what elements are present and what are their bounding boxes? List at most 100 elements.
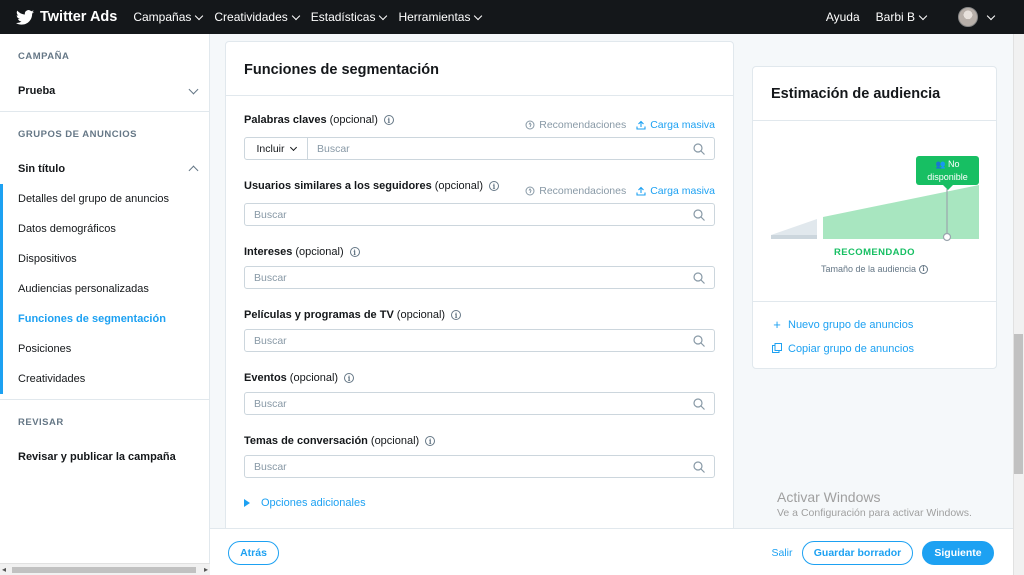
info-icon[interactable]: i	[383, 115, 394, 125]
audience-unavailable-tooltip: 👥 No disponible	[916, 156, 979, 190]
tooltip-unavailable: disponible	[927, 172, 968, 182]
info-icon[interactable]: i	[349, 247, 360, 257]
save-draft-button[interactable]: Guardar borrador	[802, 541, 913, 565]
recommendations-label: Recomendaciones	[539, 119, 627, 131]
page-title: Funciones de segmentación	[244, 62, 439, 78]
info-icon[interactable]: i	[489, 181, 500, 191]
movies-tv-label-text: Películas y programas de TV	[244, 309, 394, 321]
sidebar-item-targeting-features[interactable]: Funciones de segmentación	[0, 304, 209, 334]
ad-group-toggle[interactable]: Sin título	[0, 154, 209, 184]
keywords-bulk-upload-link[interactable]: Carga masiva	[636, 119, 715, 131]
avatar-menu[interactable]	[942, 7, 996, 27]
keywords-search-input[interactable]: Incluir Buscar	[244, 137, 715, 160]
campaign-toggle[interactable]: Prueba	[0, 76, 209, 106]
tooltip-no: No	[947, 159, 960, 169]
horizontal-scrollbar[interactable]: ◂ ▸	[0, 563, 210, 575]
chevron-up-icon	[188, 165, 199, 176]
menu-statistics-label: Estadísticas	[310, 10, 376, 24]
sidebar-item-custom-audiences[interactable]: Audiencias personalizadas	[0, 274, 209, 304]
exit-link[interactable]: Salir	[768, 541, 796, 565]
optional-text: (opcional)	[295, 246, 344, 258]
menu-campaigns[interactable]: Campañas	[133, 10, 204, 24]
vertical-scrollbar[interactable]	[1013, 34, 1024, 575]
chevron-down-icon	[474, 11, 483, 20]
audience-baseline-grey	[771, 235, 817, 239]
copy-icon	[771, 341, 783, 356]
search-placeholder: Buscar	[254, 397, 287, 410]
keywords-recommendations-link[interactable]: Recomendaciones	[525, 119, 626, 131]
menu-statistics[interactable]: Estadísticas	[310, 10, 388, 24]
brand-name: Twitter Ads	[40, 9, 118, 25]
upload-icon	[636, 186, 646, 196]
search-icon	[693, 460, 705, 473]
review-header: REVISAR	[18, 417, 64, 428]
sidebar-item-demographics[interactable]: Datos demográficos	[0, 214, 209, 244]
sidebar-item-review-publish[interactable]: Revisar y publicar la campaña	[0, 442, 209, 472]
help-label: Ayuda	[825, 10, 860, 24]
search-placeholder: Buscar	[254, 334, 287, 347]
info-icon[interactable]: i	[344, 373, 355, 383]
vertical-scroll-thumb[interactable]	[1014, 334, 1023, 474]
sidebar-item-devices[interactable]: Dispositivos	[0, 244, 209, 274]
avatar	[958, 7, 978, 27]
additional-options-toggle[interactable]: Opciones adicionales	[244, 497, 366, 509]
include-select[interactable]: Incluir	[245, 138, 308, 159]
info-icon[interactable]: i	[919, 264, 929, 274]
search-placeholder: Buscar	[254, 460, 287, 473]
search-icon	[693, 271, 705, 284]
scroll-right-arrow-icon[interactable]: ▸	[204, 565, 208, 574]
events-search-input[interactable]: Buscar	[244, 392, 715, 415]
chevron-down-icon	[918, 11, 928, 20]
similar-followers-recommendations-link[interactable]: Recomendaciones	[525, 185, 626, 197]
movies-tv-search-input[interactable]: Buscar	[244, 329, 715, 352]
search-icon	[693, 142, 705, 155]
back-button[interactable]: Atrás	[228, 541, 279, 565]
interests-search-input[interactable]: Buscar	[244, 266, 715, 289]
similar-followers-bulk-upload-link[interactable]: Carga masiva	[636, 185, 715, 197]
audience-estimate-title: Estimación de audiencia	[771, 86, 941, 102]
recommended-label: RECOMENDADO	[834, 247, 915, 258]
divider	[753, 120, 996, 121]
menu-tools-label: Herramientas	[398, 10, 471, 24]
similar-followers-search-input[interactable]: Buscar	[244, 203, 715, 226]
ad-groups-header: GRUPOS DE ANUNCIOS	[18, 129, 137, 140]
scroll-left-arrow-icon[interactable]: ◂	[2, 565, 6, 574]
info-icon[interactable]: i	[451, 310, 462, 320]
divider	[226, 95, 733, 96]
horizontal-scroll-thumb[interactable]	[12, 567, 196, 573]
sidebar-item-details[interactable]: Detalles del grupo de anuncios	[0, 184, 209, 214]
divider	[0, 399, 209, 400]
keywords-actions: Recomendaciones Carga masiva	[525, 119, 715, 131]
movies-tv-label: Películas y programas de TV (opcional) i	[244, 309, 462, 321]
users-icon: 👥	[935, 160, 946, 169]
divider	[0, 111, 209, 112]
audience-size-text: Tamaño de la audiencia	[820, 264, 917, 274]
twitter-ads-logo[interactable]: Twitter Ads	[16, 9, 117, 25]
events-label: Eventos (opcional) i	[244, 372, 355, 384]
twitter-bird-icon	[16, 9, 34, 25]
sidebar-item-creatives[interactable]: Creatividades	[0, 364, 209, 394]
top-navigation-bar: Twitter Ads Campañas Creatividades Estad…	[0, 0, 1024, 34]
info-icon[interactable]: i	[425, 436, 436, 446]
search-icon	[693, 334, 705, 347]
new-ad-group-link[interactable]: + Nuevo grupo de anuncios	[771, 317, 913, 332]
search-icon	[693, 397, 705, 410]
conversation-topics-search-input[interactable]: Buscar	[244, 455, 715, 478]
sidebar-item-placements[interactable]: Posiciones	[0, 334, 209, 364]
help-link[interactable]: Ayuda	[826, 10, 860, 24]
audience-estimate-card: Estimación de audiencia 👥 No disponible …	[752, 66, 997, 369]
keywords-label: Palabras claves (opcional) i	[244, 114, 394, 126]
campaign-name: Prueba	[18, 85, 56, 97]
copy-ad-group-label: Copiar grupo de anuncios	[788, 342, 914, 355]
menu-tools[interactable]: Herramientas	[398, 10, 483, 24]
similar-followers-label-text: Usuarios similares a los seguidores	[244, 180, 432, 192]
next-button[interactable]: Siguiente	[922, 541, 994, 565]
optional-text: (opcional)	[329, 114, 378, 126]
menu-creatives[interactable]: Creatividades	[214, 10, 300, 24]
interests-label-text: Intereses	[244, 246, 293, 258]
bulk-upload-label: Carga masiva	[650, 119, 715, 131]
new-ad-group-label: Nuevo grupo de anuncios	[788, 318, 914, 331]
account-menu[interactable]: Barbi B	[876, 10, 928, 24]
chevron-down-icon	[986, 11, 996, 20]
copy-ad-group-link[interactable]: Copiar grupo de anuncios	[771, 341, 914, 356]
